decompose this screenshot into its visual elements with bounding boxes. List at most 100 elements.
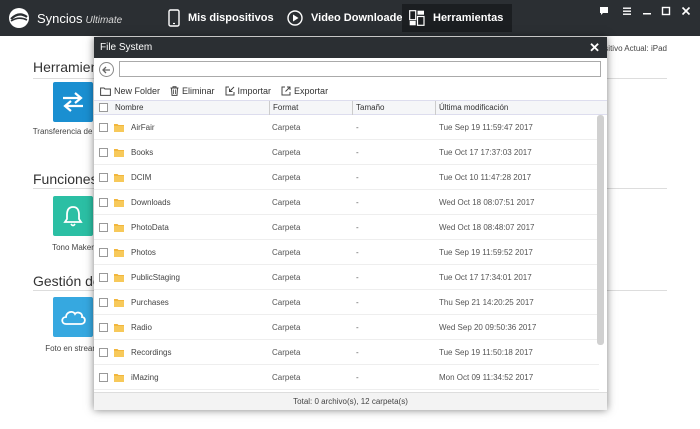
nav-tab-mis-dispositivos[interactable]: Mis dispositivos	[168, 0, 274, 36]
table-row[interactable]: AirFair Carpeta - Tue Sep 19 11:59:47 2017	[94, 115, 599, 140]
table-header: Nombre Format Tamaño Última modificación	[94, 100, 607, 115]
maximize-icon[interactable]	[660, 6, 672, 18]
status-bar: Total: 0 archivo(s), 12 carpeta(s)	[94, 392, 607, 410]
app-brand: Syncios Ultimate	[37, 11, 122, 26]
column-header-name[interactable]: Nombre	[115, 103, 143, 112]
row-checkbox[interactable]	[99, 223, 108, 232]
row-checkbox[interactable]	[99, 298, 108, 307]
import-label: Importar	[237, 86, 272, 96]
file-modified: Thu Sep 21 14:20:25 2017	[439, 298, 534, 307]
file-name: iMazing	[131, 373, 159, 382]
syncios-logo-icon	[9, 8, 29, 28]
file-size: -	[356, 148, 359, 157]
nav-tab-video-downloader[interactable]: Video Downloader	[287, 0, 407, 36]
folder-icon	[114, 124, 124, 132]
minimize-icon[interactable]	[641, 6, 653, 18]
row-checkbox[interactable]	[99, 373, 108, 382]
brand-name: Syncios	[37, 11, 83, 26]
folder-icon	[114, 224, 124, 232]
file-modified: Tue Oct 17 17:37:03 2017	[439, 148, 532, 157]
file-format: Carpeta	[272, 273, 301, 282]
import-icon	[225, 86, 235, 96]
bell-icon	[63, 206, 83, 227]
file-format: Carpeta	[272, 123, 301, 132]
select-all-checkbox[interactable]	[99, 103, 108, 112]
column-header-format[interactable]: Format	[273, 103, 298, 112]
import-button[interactable]: Importar	[225, 86, 272, 96]
table-row[interactable]: Radio Carpeta - Wed Sep 20 09:50:36 2017	[94, 315, 599, 340]
column-separator	[352, 101, 353, 115]
close-icon[interactable]	[680, 6, 692, 18]
file-name: DCIM	[131, 173, 152, 182]
column-separator	[269, 101, 270, 115]
file-format: Carpeta	[272, 148, 301, 157]
row-checkbox[interactable]	[99, 198, 108, 207]
column-header-modified[interactable]: Última modificación	[439, 103, 508, 112]
cloud-icon	[61, 310, 86, 325]
folder-icon	[114, 249, 124, 257]
transfer-feature-button[interactable]	[53, 82, 93, 122]
transfer-arrows-icon	[63, 92, 83, 112]
photo-stream-button[interactable]	[53, 297, 93, 337]
path-bar	[94, 58, 607, 82]
file-modified: Wed Sep 20 09:50:36 2017	[439, 323, 537, 332]
folder-icon	[114, 199, 124, 207]
table-row[interactable]: Purchases Carpeta - Thu Sep 21 14:20:25 201…	[94, 290, 599, 315]
file-size: -	[356, 273, 359, 282]
path-input[interactable]	[119, 61, 601, 77]
export-button[interactable]: Exportar	[281, 86, 328, 96]
menu-icon[interactable]	[621, 6, 633, 18]
folder-icon	[114, 274, 124, 282]
row-checkbox[interactable]	[99, 323, 108, 332]
new-folder-button[interactable]: New Folder	[100, 86, 160, 96]
section-title-gestion: Gestión de	[33, 273, 101, 289]
column-header-size[interactable]: Tamaño	[356, 103, 384, 112]
nav-tab-label: Video Downloader	[311, 12, 407, 24]
table-row[interactable]: DCIM Carpeta - Tue Oct 10 11:47:28 2017	[94, 165, 599, 190]
folder-icon	[114, 324, 124, 332]
trash-icon	[170, 86, 179, 96]
new-folder-label: New Folder	[114, 86, 161, 96]
ringtone-maker-button[interactable]	[53, 196, 93, 236]
row-checkbox[interactable]	[99, 348, 108, 357]
chat-icon[interactable]	[598, 6, 610, 18]
dialog-close-icon[interactable]: ✕	[589, 37, 600, 58]
section-title-herramientas: Herramient	[33, 59, 103, 75]
file-modified: Tue Oct 17 17:34:01 2017	[439, 273, 532, 282]
file-size: -	[356, 373, 359, 382]
file-format: Carpeta	[272, 373, 301, 382]
row-checkbox[interactable]	[99, 148, 108, 157]
vertical-scrollbar[interactable]	[597, 115, 604, 345]
file-modified: Wed Oct 18 08:48:07 2017	[439, 223, 535, 232]
table-row[interactable]: Books Carpeta - Tue Oct 17 17:37:03 2017	[94, 140, 599, 165]
table-row[interactable]: PublicStaging Carpeta - Tue Oct 17 17:34:01…	[94, 265, 599, 290]
table-row[interactable]: Recordings Carpeta - Tue Sep 19 11:50:18 20…	[94, 340, 599, 365]
table-row[interactable]: PhotoData Carpeta - Wed Oct 18 08:48:07 201…	[94, 215, 599, 240]
folder-icon	[114, 349, 124, 357]
table-row[interactable]: iMazing Carpeta - Mon Oct 09 11:34:52 2017	[94, 365, 599, 390]
row-checkbox[interactable]	[99, 248, 108, 257]
table-row[interactable]: Photos Carpeta - Tue Sep 19 11:59:52 2017	[94, 240, 599, 265]
file-size: -	[356, 248, 359, 257]
file-modified: Mon Oct 09 11:34:52 2017	[439, 373, 534, 382]
row-checkbox[interactable]	[99, 123, 108, 132]
file-modified: Tue Sep 19 11:59:52 2017	[439, 248, 533, 257]
row-checkbox[interactable]	[99, 273, 108, 282]
file-format: Carpeta	[272, 348, 301, 357]
file-size: -	[356, 298, 359, 307]
file-format: Carpeta	[272, 248, 301, 257]
folder-icon	[114, 149, 124, 157]
back-arrow-icon[interactable]	[99, 62, 114, 77]
export-label: Exportar	[294, 86, 329, 96]
phone-icon	[168, 9, 180, 27]
folder-icon	[114, 174, 124, 182]
file-format: Carpeta	[272, 298, 301, 307]
file-format: Carpeta	[272, 173, 301, 182]
delete-button[interactable]: Eliminar	[170, 86, 215, 96]
row-checkbox[interactable]	[99, 173, 108, 182]
table-row[interactable]: Downloads Carpeta - Wed Oct 18 08:07:51 201…	[94, 190, 599, 215]
nav-tab-herramientas[interactable]: Herramientas	[402, 4, 512, 32]
file-name: AirFair	[131, 123, 155, 132]
file-name: Recordings	[131, 348, 172, 357]
file-size: -	[356, 323, 359, 332]
